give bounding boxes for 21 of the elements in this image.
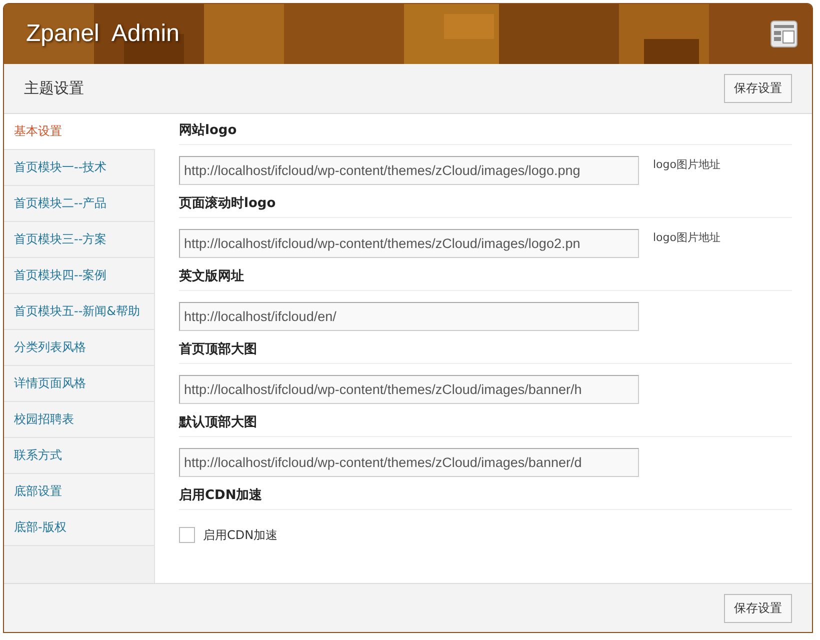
input-field[interactable]: http://localhost/ifcloud/wp-content/themes/zCloud/images/banner/h — [179, 374, 639, 404]
field-hint: logo图片地址 — [653, 157, 720, 172]
save-button[interactable]: 保存设置 — [724, 74, 792, 103]
page-title: 主题设置 — [24, 79, 84, 98]
input-field[interactable]: http://localhost/ifcloud/wp-content/themes/zCloud/images/logo.png — [179, 156, 639, 184]
input-field[interactable]: http://localhost/ifcloud/wp-content/themes/zCloud/images/logo2.pn — [179, 228, 639, 258]
section-heading: 页面滚动时logo — [179, 191, 792, 218]
app-title: Zpanel Admin — [26, 20, 180, 48]
section-heading: 首页顶部大图 — [179, 337, 792, 364]
section-heading: 网站logo — [179, 118, 792, 145]
save-button[interactable]: 保存设置 — [724, 594, 792, 622]
field-hint: logo图片地址 — [653, 230, 720, 245]
sidebar-item[interactable]: 基本设置 — [4, 114, 155, 150]
section-heading: 默认顶部大图 — [179, 410, 792, 437]
section-heading: 启用CDN加速 — [179, 483, 792, 510]
input-field[interactable]: http://localhost/ifcloud/en/ — [179, 302, 639, 330]
checkbox[interactable] — [179, 527, 195, 543]
checkbox-label: 启用CDN加速 — [203, 526, 278, 544]
layout-icon[interactable] — [770, 20, 798, 48]
input-field[interactable]: http://localhost/ifcloud/wp-content/themes/zCloud/images/banner/d — [179, 448, 639, 476]
section-heading: 英文版网址 — [179, 264, 792, 291]
